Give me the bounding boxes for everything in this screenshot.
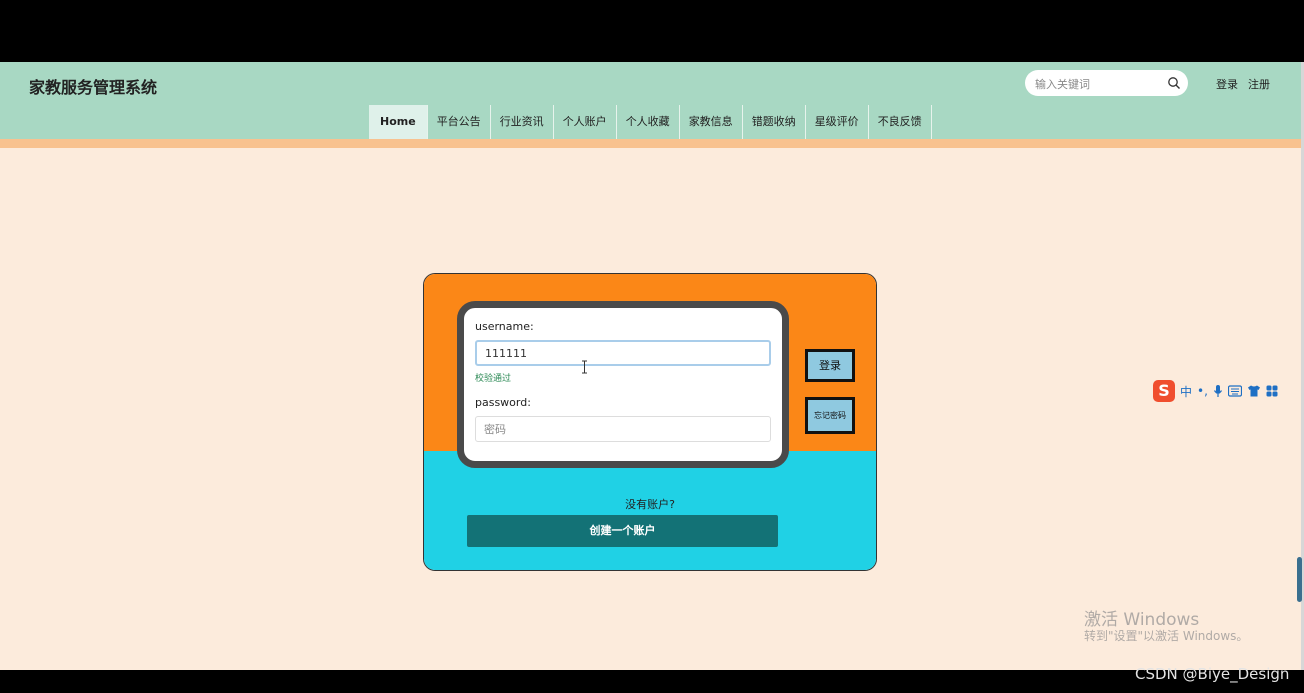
search-icon[interactable]: [1167, 76, 1181, 90]
site-title: 家教服务管理系统: [29, 78, 158, 97]
nav-item-favorites[interactable]: 个人收藏: [616, 105, 680, 139]
screen-bottom-letterbox: [0, 670, 1304, 693]
text-cursor-icon: [582, 360, 587, 374]
username-label: username:: [475, 320, 534, 333]
windows-activation-subtitle: 转到"设置"以激活 Windows。: [1084, 629, 1249, 643]
login-link[interactable]: 登录: [1216, 78, 1238, 91]
ime-mode-toggle[interactable]: 中: [1180, 383, 1192, 400]
nav-item-announcements[interactable]: 平台公告: [427, 105, 491, 139]
page: 家教服务管理系统 登录注册 Home 平台公告 行业资讯 个人账户 个人收藏 家…: [0, 62, 1304, 670]
toolbox-grid-icon[interactable]: [1266, 385, 1278, 397]
nav-item-personal-account[interactable]: 个人账户: [553, 105, 617, 139]
skin-shirt-icon[interactable]: [1247, 385, 1261, 397]
login-button[interactable]: 登录: [805, 349, 855, 382]
nav-item-industry-news[interactable]: 行业资讯: [490, 105, 554, 139]
register-link[interactable]: 注册: [1248, 78, 1270, 91]
keyboard-icon[interactable]: [1227, 385, 1242, 397]
validation-message: 校验通过: [475, 374, 512, 384]
microphone-icon[interactable]: [1213, 384, 1223, 398]
nav-item-star-rating[interactable]: 星级评价: [805, 105, 869, 139]
csdn-credit: CSDN @Biye_Design: [1135, 665, 1290, 683]
nav-item-mistake-collection[interactable]: 错题收纳: [742, 105, 806, 139]
login-card: username: 校验通过 password: 登录 忘记密码 没有账户? 创…: [423, 273, 877, 571]
password-field[interactable]: [475, 416, 771, 442]
screen-top-letterbox: [0, 0, 1304, 62]
nav-item-tutor-info[interactable]: 家教信息: [679, 105, 743, 139]
main-nav: Home 平台公告 行业资讯 个人账户 个人收藏 家教信息 错题收纳 星级评价 …: [369, 105, 932, 139]
ime-punctuation-toggle[interactable]: •,: [1197, 384, 1208, 398]
sogou-logo-icon[interactable]: S: [1153, 380, 1175, 402]
site-header: 家教服务管理系统 登录注册 Home 平台公告 行业资讯 个人账户 个人收藏 家…: [0, 62, 1304, 139]
password-label: password:: [475, 396, 531, 409]
create-account-button[interactable]: 创建一个账户: [467, 515, 778, 547]
no-account-text: 没有账户?: [625, 498, 675, 511]
nav-item-feedback[interactable]: 不良反馈: [868, 105, 932, 139]
forgot-password-button[interactable]: 忘记密码: [805, 397, 855, 434]
search-input[interactable]: [1033, 74, 1165, 94]
search-box[interactable]: [1025, 70, 1188, 96]
header-stripe: [0, 139, 1304, 148]
auth-links: 登录 注册: [1216, 76, 1280, 92]
username-field[interactable]: [475, 340, 771, 366]
nav-item-home[interactable]: Home: [369, 105, 428, 139]
login-form: username: 校验通过 password:: [457, 301, 789, 468]
ime-toolbar: S 中 •,: [1153, 379, 1278, 403]
scrollbar-handle[interactable]: [1297, 557, 1302, 602]
